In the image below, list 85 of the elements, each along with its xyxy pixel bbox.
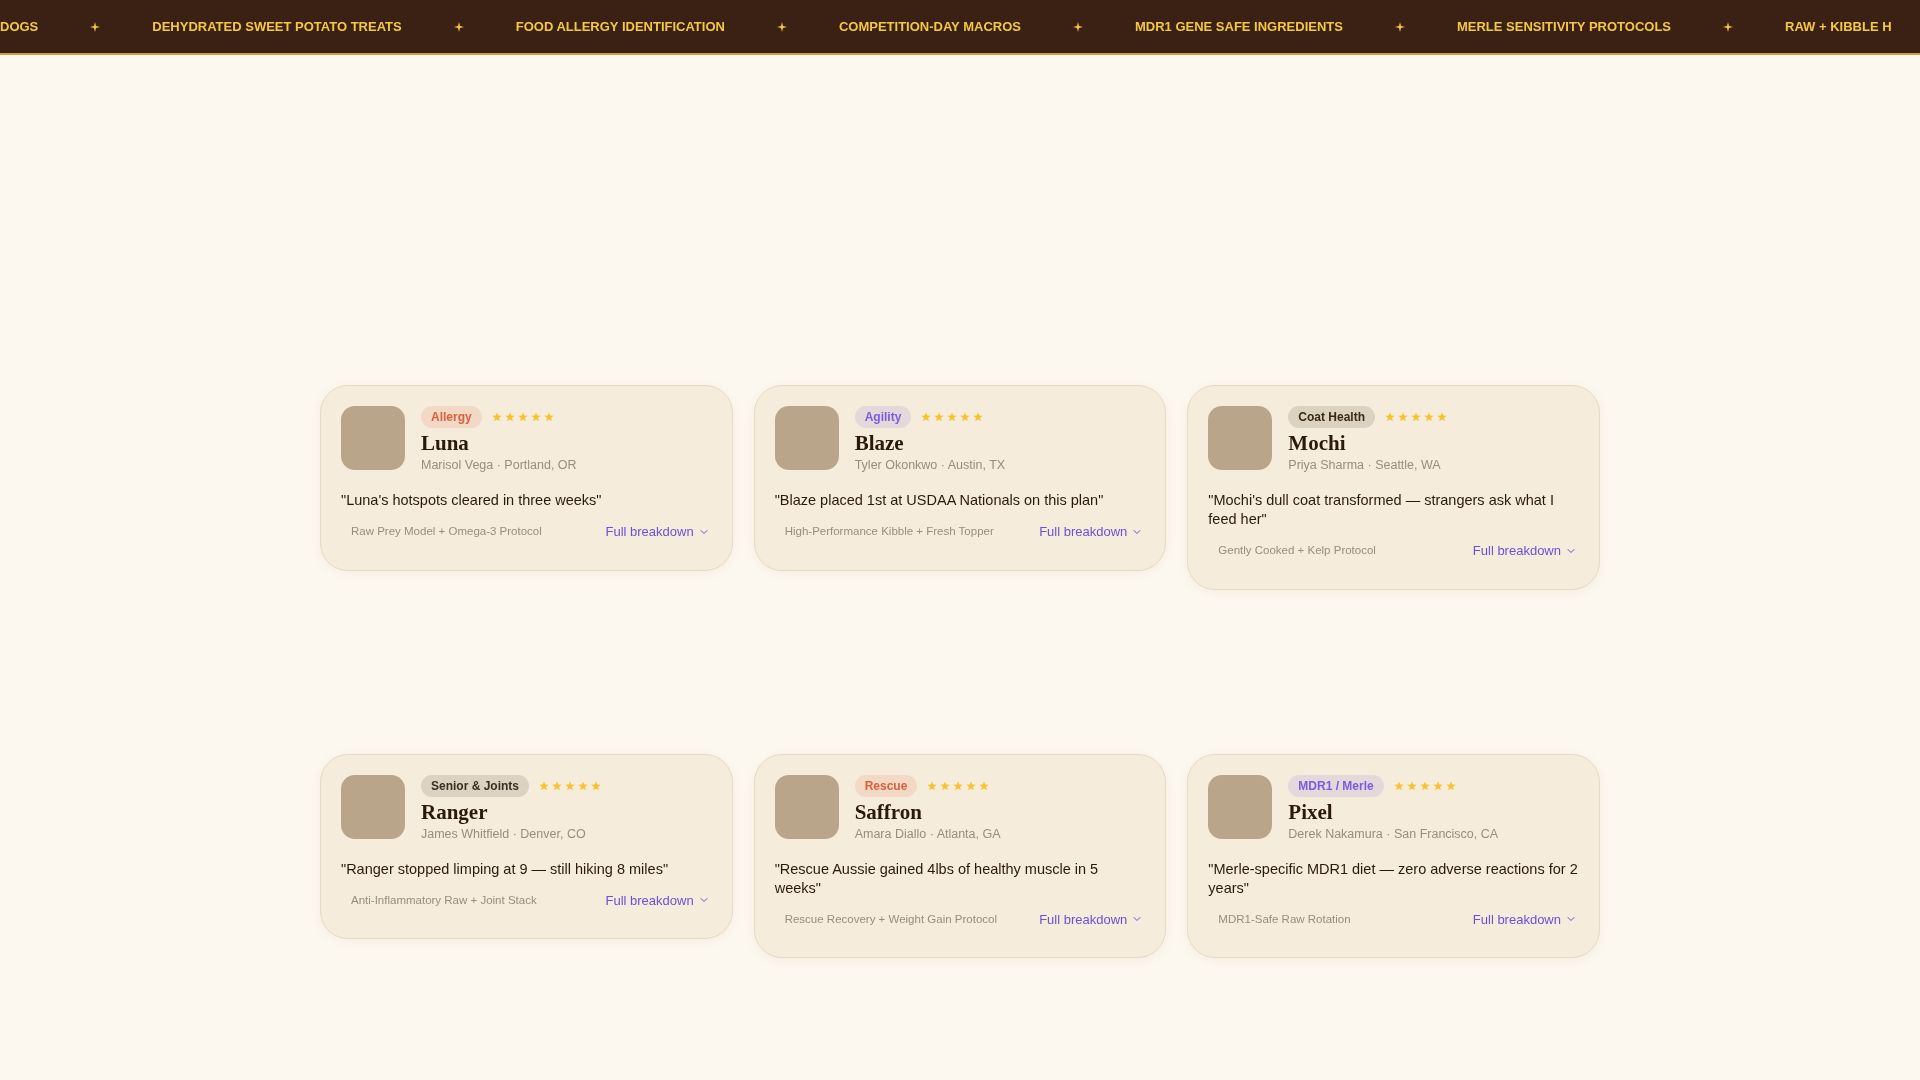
full-breakdown-link[interactable]: Full breakdown bbox=[605, 890, 710, 910]
dog-name: Blaze bbox=[854, 430, 905, 457]
category-tag: Allergy bbox=[421, 406, 482, 428]
owner-location: Amara Diallo · Atlanta, GA bbox=[854, 825, 1001, 843]
star-icon bbox=[552, 780, 562, 791]
full-breakdown-link[interactable]: Full breakdown bbox=[1472, 541, 1577, 561]
owner-location: Marisol Vega · Portland, OR bbox=[421, 457, 577, 475]
sparkle-icon bbox=[1072, 21, 1083, 32]
ticker-item: RAW + KIBBLE H bbox=[1785, 17, 1892, 36]
star-icon bbox=[927, 780, 938, 791]
star-icon bbox=[504, 412, 515, 422]
owner-location: Derek Nakamura · San Francisco, CA bbox=[1288, 825, 1499, 843]
sparkle-icon bbox=[1394, 21, 1405, 32]
plan-name: Gently Cooked + Kelp Protocol bbox=[1218, 543, 1376, 559]
ticker-item: MERLE SENSITIVITY PROTOCOLS bbox=[1456, 17, 1672, 36]
star-icon bbox=[491, 412, 502, 422]
star-icon bbox=[1424, 412, 1434, 422]
category-tag: Senior & Joints bbox=[421, 774, 529, 797]
category-tag: Rescue bbox=[854, 774, 918, 797]
sparkle-icon bbox=[90, 21, 101, 32]
full-breakdown-link[interactable]: Full breakdown bbox=[605, 522, 710, 542]
sparkle-icon bbox=[776, 21, 787, 32]
star-icon bbox=[530, 412, 541, 422]
dog-name: Mochi bbox=[1288, 430, 1347, 457]
star-icon bbox=[940, 780, 951, 791]
full-breakdown-link[interactable]: Full breakdown bbox=[1472, 909, 1577, 929]
ticker-item: MDR1 GENE SAFE INGREDIENTS bbox=[1134, 17, 1343, 36]
star-icon bbox=[947, 412, 958, 422]
star-icon bbox=[1437, 412, 1447, 422]
category-tag: Coat Health bbox=[1288, 406, 1375, 428]
owner-location: James Whitfield · Denver, CO bbox=[421, 825, 587, 843]
star-icon bbox=[966, 780, 977, 791]
photo-placeholder bbox=[341, 774, 405, 839]
category-tag: MDR1 / Merle bbox=[1288, 774, 1384, 797]
testimonial-quote: "Blaze placed 1st at USDAA Nationals on this plan" bbox=[774, 491, 1105, 510]
ticker-item: DEHYDRATED SWEET POTATO TREATS bbox=[152, 17, 402, 36]
photo-placeholder bbox=[341, 406, 405, 470]
star-icon bbox=[979, 780, 990, 791]
star-icon bbox=[1393, 780, 1404, 791]
photo-placeholder bbox=[774, 406, 839, 470]
ticker-item: DOGS bbox=[0, 17, 39, 36]
star-icon bbox=[921, 412, 932, 422]
star-icon bbox=[953, 780, 964, 791]
dog-name: Ranger bbox=[421, 798, 489, 825]
plan-name: Raw Prey Model + Omega-3 Protocol bbox=[351, 524, 542, 540]
testimonial-quote: "Merle-specific MDR1 diet — zero adverse reactions for 2 years" bbox=[1208, 859, 1579, 898]
star-icon bbox=[1445, 780, 1456, 791]
star-icon bbox=[591, 780, 601, 791]
star-icon bbox=[1385, 412, 1395, 422]
star-icon bbox=[578, 780, 588, 791]
dog-name: Pixel bbox=[1288, 798, 1334, 825]
sparkle-icon bbox=[1723, 21, 1734, 32]
sparkle-icon bbox=[453, 21, 464, 32]
star-icon bbox=[960, 412, 971, 422]
full-breakdown-link[interactable]: Full breakdown bbox=[1039, 522, 1144, 542]
full-breakdown-link[interactable]: Full breakdown bbox=[1039, 909, 1144, 929]
owner-location: Tyler Okonkwo · Austin, TX bbox=[854, 457, 1006, 475]
star-icon bbox=[973, 412, 984, 422]
dog-name: Saffron bbox=[854, 798, 923, 825]
photo-placeholder bbox=[774, 774, 839, 839]
testimonial-quote: "Mochi's dull coat transformed — strangers ask what I feed her" bbox=[1208, 491, 1555, 529]
photo-placeholder bbox=[1208, 774, 1273, 839]
photo-placeholder bbox=[1208, 406, 1273, 470]
testimonial-quote: "Ranger stopped limping at 9 — still hiking 8 miles" bbox=[341, 859, 670, 879]
dog-name: Luna bbox=[421, 430, 470, 457]
star-icon bbox=[1432, 780, 1443, 791]
star-icon bbox=[1411, 412, 1421, 422]
testimonial-quote: "Luna's hotspots cleared in three weeks" bbox=[341, 491, 603, 510]
star-icon bbox=[543, 412, 554, 422]
plan-name: Rescue Recovery + Weight Gain Protocol bbox=[784, 911, 997, 927]
star-icon bbox=[517, 412, 528, 422]
star-icon bbox=[539, 780, 549, 791]
category-tag: Agility bbox=[854, 406, 912, 428]
owner-location: Priya Sharma · Seattle, WA bbox=[1288, 457, 1442, 475]
plan-name: MDR1-Safe Raw Rotation bbox=[1218, 911, 1351, 927]
plan-name: Anti-Inflammatory Raw + Joint Stack bbox=[351, 892, 537, 908]
star-icon bbox=[1419, 780, 1430, 791]
testimonial-quote: "Rescue Aussie gained 4lbs of healthy muscle in 5 weeks" bbox=[774, 859, 1100, 898]
plan-name: High-Performance Kibble + Fresh Topper bbox=[784, 524, 994, 540]
ticker-item: COMPETITION-DAY MACROS bbox=[838, 17, 1021, 36]
star-icon bbox=[1398, 412, 1408, 422]
ticker-item: FOOD ALLERGY IDENTIFICATION bbox=[515, 17, 725, 36]
star-icon bbox=[1406, 780, 1417, 791]
star-icon bbox=[565, 780, 575, 791]
star-icon bbox=[934, 412, 945, 422]
